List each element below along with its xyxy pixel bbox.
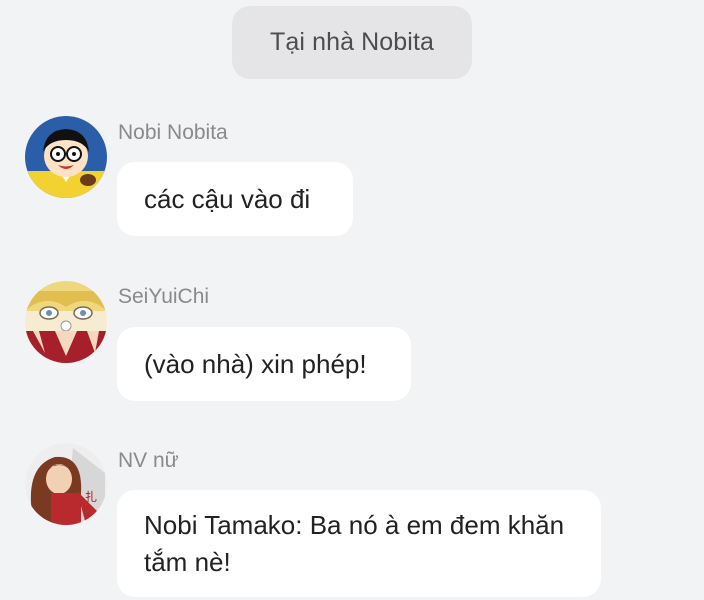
message-text: Nobi Tamako: Ba nó à em đem khăn tắm nè! — [144, 509, 565, 577]
sender-name: NV nữ — [118, 449, 179, 472]
sender-name: Nobi Nobita — [118, 121, 228, 144]
location-text: Tại nhà Nobita — [270, 28, 434, 56]
avatar-seiyuichi[interactable] — [25, 281, 107, 363]
sender-name: SeiYuiChi — [118, 285, 210, 308]
seiyuichi-avatar-icon — [25, 281, 107, 363]
nobita-avatar-icon — [25, 116, 107, 198]
message-bubble: (vào nhà) xin phép! — [117, 327, 411, 401]
message-text: (vào nhà) xin phép! — [144, 348, 367, 379]
message-bubble: các cậu vào đi — [117, 162, 353, 236]
nv-nu-avatar-icon: 扎 — [25, 443, 107, 525]
avatar-nobita[interactable] — [25, 116, 107, 198]
message-text: các cậu vào đi — [144, 183, 311, 214]
location-label: Tại nhà Nobita — [232, 6, 472, 79]
svg-text:扎: 扎 — [85, 490, 97, 504]
message-bubble: Nobi Tamako: Ba nó à em đem khăn tắm nè! — [117, 490, 601, 597]
avatar-nv-nu[interactable]: 扎 — [25, 443, 107, 525]
